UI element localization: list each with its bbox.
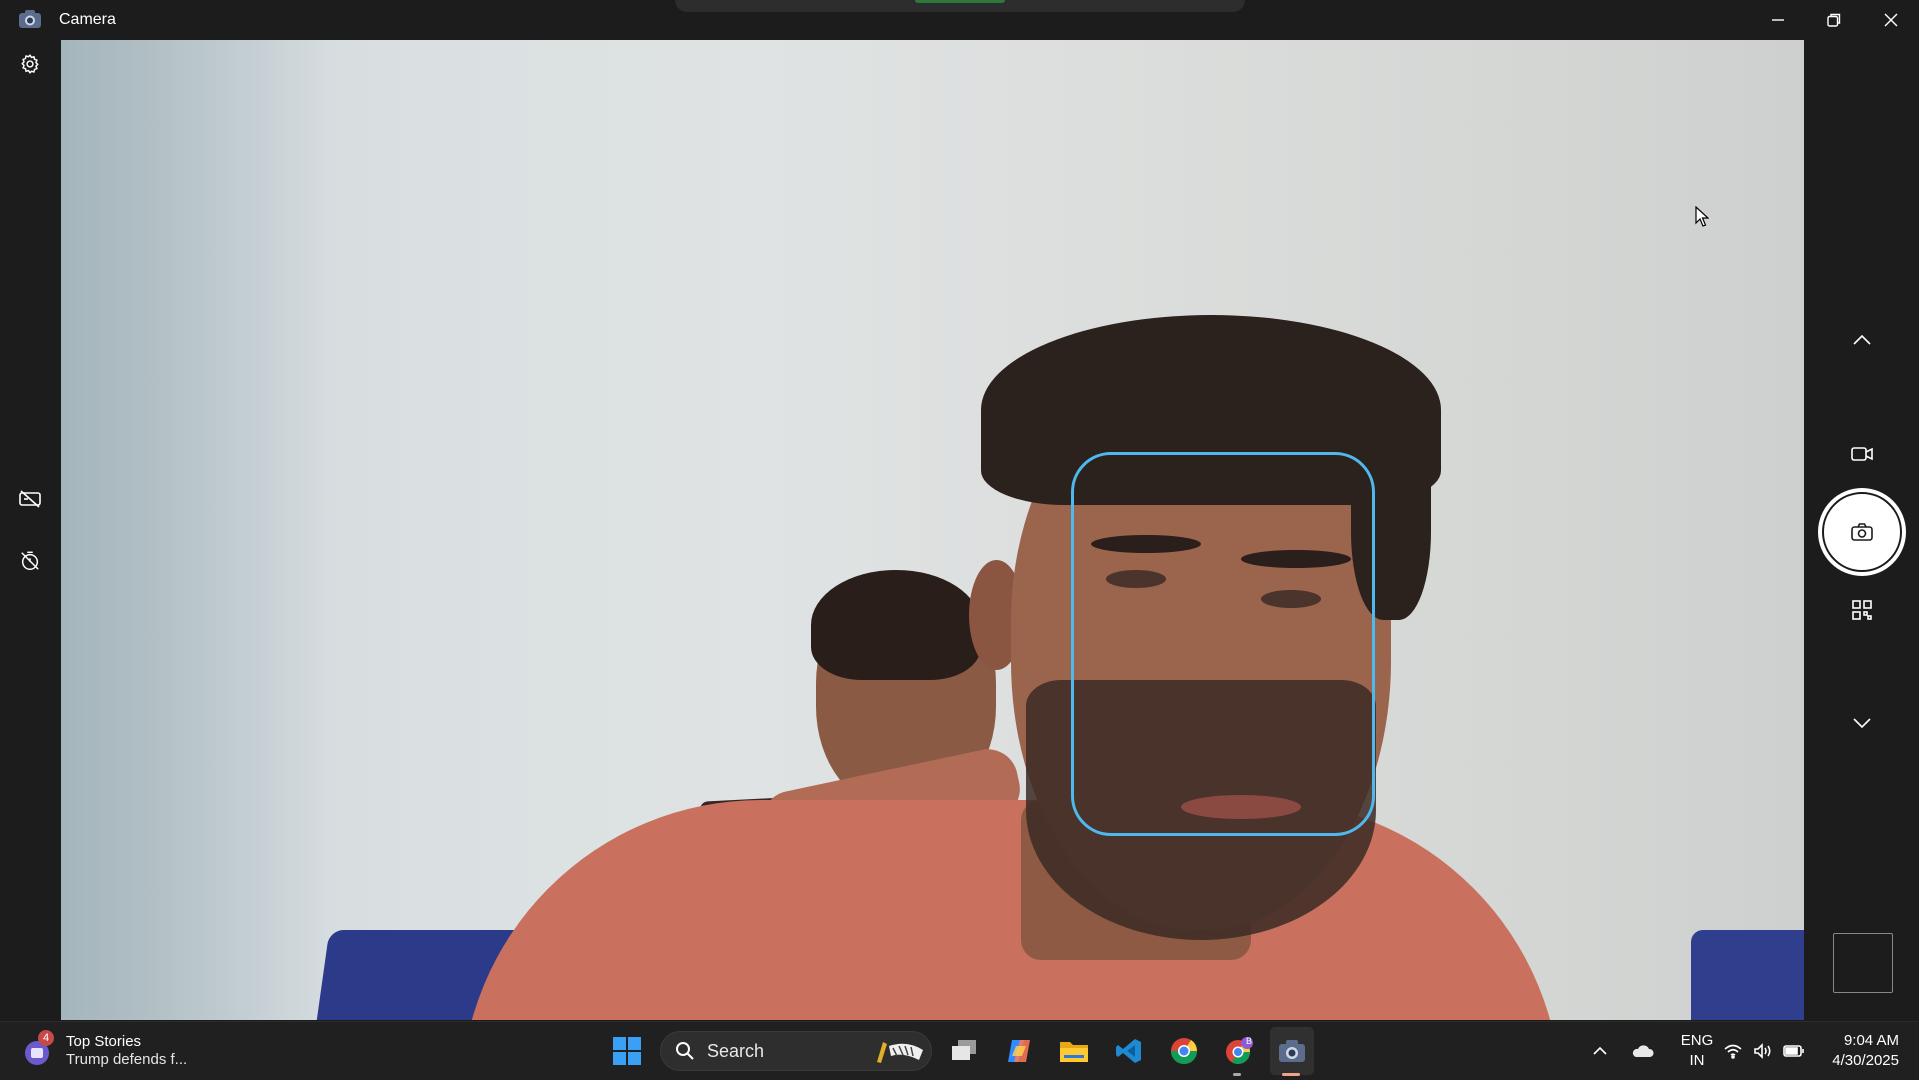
clock-time: 9:04 AM [1843, 1032, 1899, 1049]
region-code: IN [1689, 1052, 1705, 1069]
search-highlight-icon [877, 1042, 923, 1063]
video-mode-button[interactable] [1842, 434, 1882, 474]
vscode-button[interactable] [1109, 1031, 1149, 1071]
camera-icon [1279, 1040, 1305, 1062]
news-widget[interactable]: 4 Top Stories Trump defends f... [22, 1030, 187, 1072]
taskbar-search[interactable]: Search [660, 1031, 932, 1071]
hdr-off-icon [19, 490, 41, 508]
chevron-up-icon [1593, 1046, 1607, 1055]
title-bar: Camera [0, 0, 1919, 40]
background-person-hair [811, 570, 981, 680]
sofa-right [1691, 930, 1804, 1020]
hdr-toggle[interactable] [10, 479, 50, 519]
timer-off-icon [21, 551, 39, 570]
timer-toggle[interactable] [10, 541, 50, 581]
file-explorer-button[interactable] [1054, 1031, 1094, 1071]
chrome-icon [1170, 1038, 1198, 1065]
settings-button[interactable] [10, 44, 50, 84]
minimize-button[interactable] [1750, 0, 1806, 40]
show-hidden-icons-button[interactable] [1580, 1031, 1620, 1071]
wifi-icon [1724, 1044, 1742, 1059]
onedrive-cloud-icon [1632, 1045, 1654, 1057]
search-icon [676, 1042, 694, 1060]
taskbar: 4 Top Stories Trump defends f... Search [0, 1021, 1919, 1080]
video-camera-icon [1851, 447, 1873, 461]
search-label: Search [707, 1040, 765, 1061]
news-icon: 4 [22, 1030, 56, 1068]
maximize-button[interactable] [1806, 0, 1862, 40]
input-language-indicator[interactable]: ENG IN [1672, 1031, 1722, 1071]
quick-settings-button[interactable] [1718, 1037, 1810, 1065]
mode-up-button[interactable] [1842, 320, 1882, 360]
language-code: ENG [1680, 1032, 1714, 1049]
camera-active-indicator [1282, 1073, 1300, 1076]
system-clock[interactable]: 9:04 AM 4/30/2025 [1815, 1031, 1899, 1071]
chrome-button[interactable] [1164, 1031, 1204, 1071]
close-button[interactable] [1863, 0, 1919, 40]
mouse-cursor-icon [1695, 206, 1709, 227]
copilot-button[interactable] [999, 1031, 1039, 1071]
news-title: Top Stories [66, 1033, 142, 1050]
last-capture-thumbnail[interactable] [1833, 933, 1893, 993]
news-subtitle: Trump defends f... [66, 1051, 188, 1068]
gear-icon [21, 54, 39, 74]
close-icon [1884, 13, 1898, 27]
copilot-icon [1008, 1040, 1030, 1062]
file-explorer-icon [1060, 1042, 1088, 1062]
camera-viewfinder[interactable] [61, 40, 1804, 1020]
chrome-profile-button[interactable]: B [1219, 1031, 1259, 1071]
chevron-up-icon [1853, 334, 1871, 345]
start-button[interactable] [607, 1031, 647, 1071]
chrome-profile-open-indicator [1233, 1073, 1241, 1076]
snap-layout-handle[interactable] [675, 0, 1245, 12]
windows-start-icon [613, 1037, 641, 1065]
chevron-down-icon [1853, 718, 1871, 729]
clock-date: 4/30/2025 [1832, 1052, 1899, 1069]
window-title: Camera [59, 11, 116, 28]
face-detection-frame [1071, 452, 1375, 836]
qr-mode-button[interactable] [1842, 590, 1882, 630]
task-view-button[interactable] [944, 1031, 984, 1071]
battery-icon [1783, 1045, 1804, 1057]
camera-icon [1851, 523, 1873, 541]
onedrive-button[interactable] [1622, 1031, 1662, 1071]
volume-icon [1754, 1043, 1771, 1059]
maximize-icon [1827, 13, 1841, 27]
shutter-button[interactable] [1818, 488, 1906, 576]
wall-shadow [61, 40, 331, 1020]
minimize-icon [1772, 19, 1784, 21]
chrome-profile-badge: B [1246, 1036, 1253, 1046]
news-badge: 4 [38, 1030, 54, 1046]
mode-down-button[interactable] [1842, 703, 1882, 743]
subject-shirt [461, 800, 1561, 1020]
qr-code-icon [1852, 600, 1872, 620]
task-view-icon [952, 1040, 976, 1060]
vscode-icon [1116, 1039, 1141, 1063]
camera-taskbar-button[interactable] [1272, 1031, 1312, 1071]
camera-app-icon [18, 9, 42, 29]
